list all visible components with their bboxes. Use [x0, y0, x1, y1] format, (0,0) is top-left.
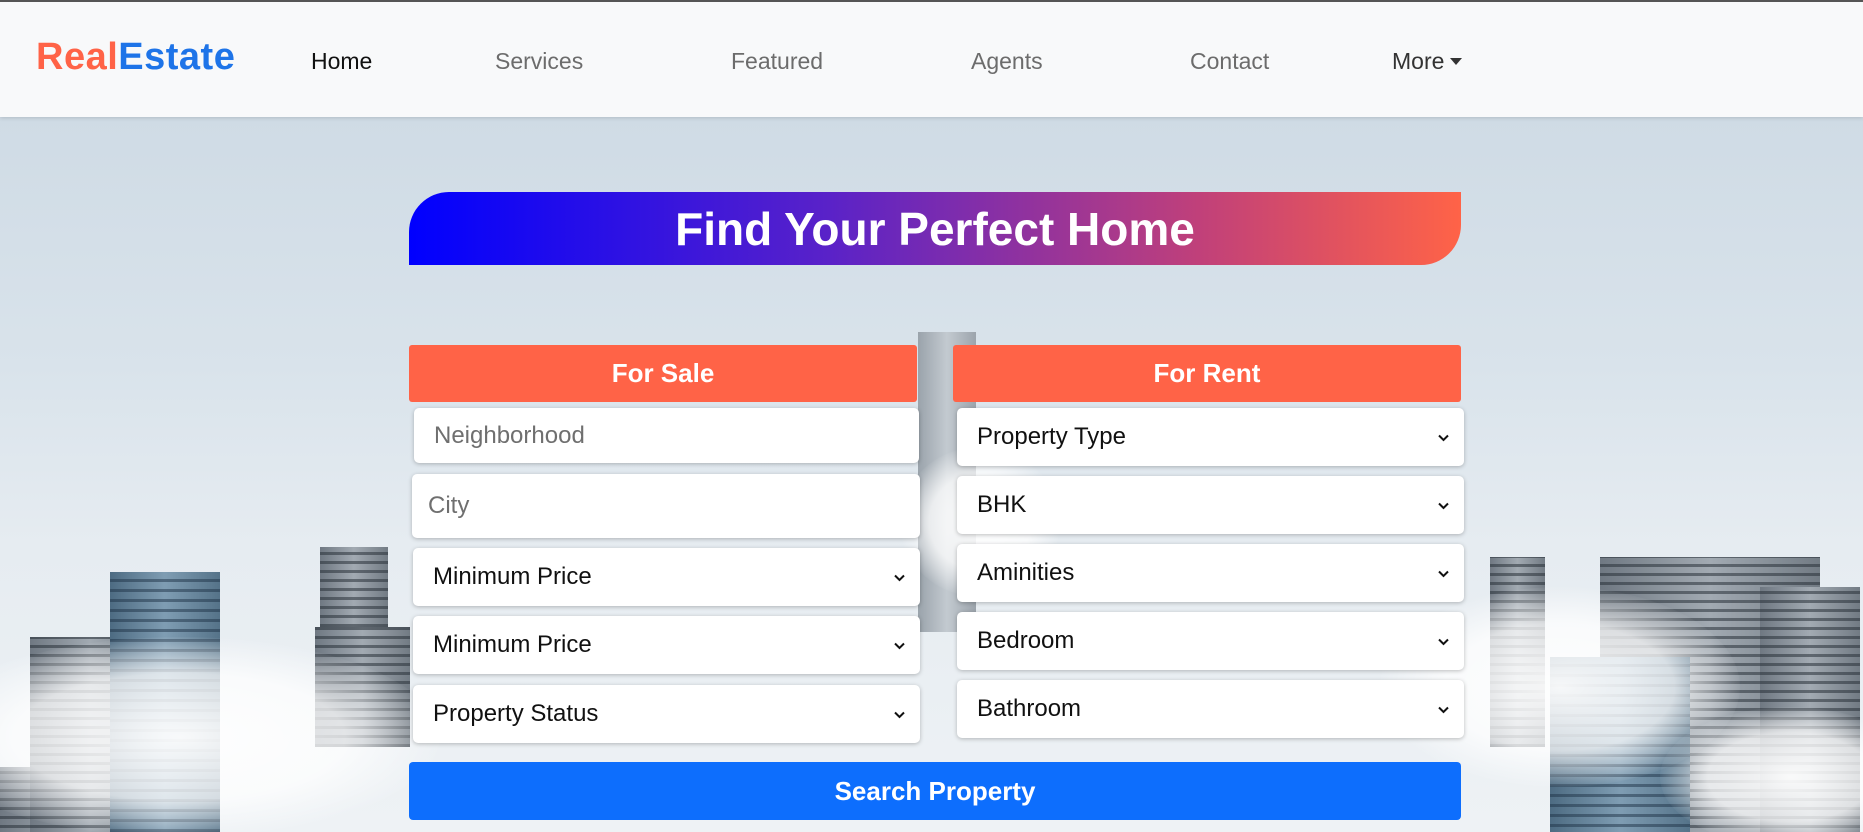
hero-title: Find Your Perfect Home	[675, 202, 1195, 255]
chevron-down-icon	[893, 708, 906, 721]
nav-featured[interactable]: Featured	[731, 48, 823, 75]
chevron-down-icon	[1437, 703, 1450, 716]
chevron-down-icon	[1437, 567, 1450, 580]
caret-down-icon	[1450, 58, 1463, 65]
brand-part-estate: Estate	[118, 36, 236, 78]
rent-bedroom-select[interactable]: Bedroom	[957, 612, 1464, 670]
brand-part-real: Real	[36, 36, 119, 78]
nav-services[interactable]: Services	[495, 48, 583, 75]
select-value: Minimum Price	[433, 631, 592, 658]
select-value: Minimum Price	[433, 563, 592, 590]
search-property-button[interactable]: Search Property	[409, 762, 1461, 820]
chevron-down-icon	[893, 639, 906, 652]
neighborhood-placeholder: Neighborhood	[434, 421, 585, 449]
city-input[interactable]: City	[412, 474, 920, 538]
city-placeholder: City	[428, 492, 470, 519]
chevron-down-icon	[1437, 431, 1450, 444]
for-sale-heading: For Sale	[409, 345, 917, 402]
chevron-down-icon	[893, 571, 906, 584]
select-value: Property Type	[977, 423, 1126, 450]
nav-agents[interactable]: Agents	[971, 48, 1043, 75]
rent-bhk-select[interactable]: BHK	[957, 476, 1464, 534]
select-value: Property Status	[433, 700, 599, 727]
for-rent-heading: For Rent	[953, 345, 1461, 402]
nav-more-dropdown[interactable]: More	[1392, 48, 1463, 75]
hero-banner: Find Your Perfect Home	[409, 192, 1461, 265]
select-value: BHK	[977, 491, 1027, 518]
nav-more-label: More	[1392, 48, 1445, 74]
chevron-down-icon	[1437, 499, 1450, 512]
select-value: Bathroom	[977, 695, 1082, 722]
navbar: RealEstate Home Services Featured Agents…	[0, 0, 1863, 117]
sale-min-price-select-2[interactable]: Minimum Price	[413, 616, 920, 674]
rent-amenities-select[interactable]: Aminities	[957, 544, 1464, 602]
sale-property-status-select[interactable]: Property Status	[413, 685, 920, 743]
brand-logo[interactable]: RealEstate	[36, 36, 235, 79]
sale-min-price-select[interactable]: Minimum Price	[413, 548, 920, 606]
chevron-down-icon	[1437, 635, 1450, 648]
nav-home[interactable]: Home	[311, 48, 372, 75]
nav-contact[interactable]: Contact	[1190, 48, 1269, 75]
rent-bathroom-select[interactable]: Bathroom	[957, 680, 1464, 738]
select-value: Bedroom	[977, 627, 1075, 654]
neighborhood-input[interactable]: Neighborhood	[414, 408, 919, 463]
select-value: Aminities	[977, 559, 1075, 586]
rent-property-type-select[interactable]: Property Type	[957, 408, 1464, 466]
